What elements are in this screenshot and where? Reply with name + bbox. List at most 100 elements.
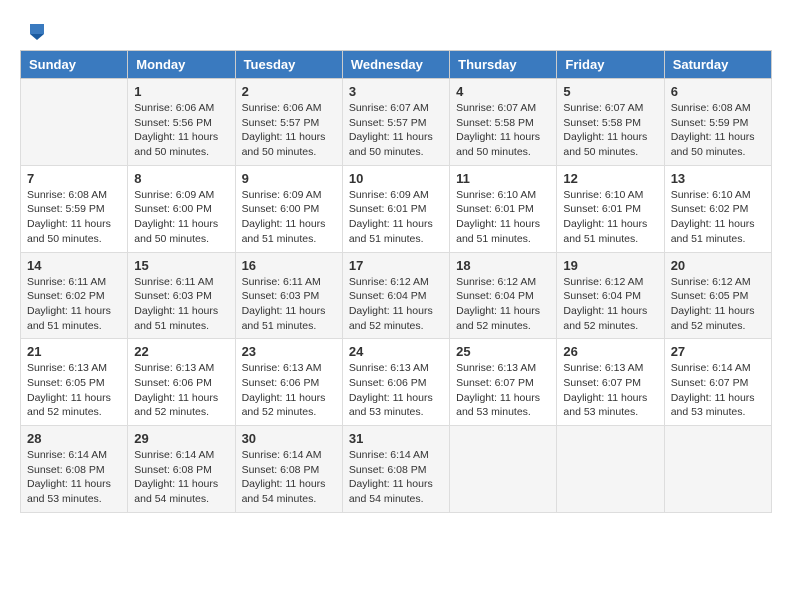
day-number: 13 [671,171,765,186]
day-number: 29 [134,431,228,446]
calendar-cell [557,426,664,513]
day-number: 20 [671,258,765,273]
day-number: 25 [456,344,550,359]
week-row-1: 7Sunrise: 6:08 AM Sunset: 5:59 PM Daylig… [21,165,772,252]
day-info: Sunrise: 6:13 AM Sunset: 6:06 PM Dayligh… [134,361,228,420]
header-cell-wednesday: Wednesday [342,51,449,79]
header-row: SundayMondayTuesdayWednesdayThursdayFrid… [21,51,772,79]
calendar-cell: 7Sunrise: 6:08 AM Sunset: 5:59 PM Daylig… [21,165,128,252]
day-info: Sunrise: 6:08 AM Sunset: 5:59 PM Dayligh… [671,101,765,160]
day-number: 26 [563,344,657,359]
calendar-cell [450,426,557,513]
day-info: Sunrise: 6:14 AM Sunset: 6:08 PM Dayligh… [349,448,443,507]
day-number: 5 [563,84,657,99]
calendar-cell: 14 Sunrise: 6:11 AM Sunset: 6:02 PM Dayli… [21,252,128,339]
day-info: Sunrise: 6:07 AM Sunset: 5:58 PM Dayligh… [456,101,550,160]
day-info: Sunrise: 6:09 AM Sunset: 6:00 PM Dayligh… [242,188,336,247]
calendar-cell: 20 Sunrise: 6:12 AM Sunset: 6:05 PM Dayli… [664,252,771,339]
calendar-cell: 17 Sunrise: 6:12 AM Sunset: 6:04 PM Dayli… [342,252,449,339]
day-info: Sunrise: 6:09 AM Sunset: 6:01 PM Dayligh… [349,188,443,247]
day-info: Sunrise: 6:13 AM Sunset: 6:07 PM Dayligh… [563,361,657,420]
header-cell-monday: Monday [128,51,235,79]
calendar-cell: 12Sunrise: 6:10 AM Sunset: 6:01 PM Dayli… [557,165,664,252]
calendar-cell: 11 Sunrise: 6:10 AM Sunset: 6:01 PM Dayli… [450,165,557,252]
day-info: Sunrise: 6:11 AM Sunset: 6:02 PM Dayligh… [27,275,121,334]
day-number: 22 [134,344,228,359]
week-row-2: 14 Sunrise: 6:11 AM Sunset: 6:02 PM Dayli… [21,252,772,339]
header-cell-friday: Friday [557,51,664,79]
day-info: Sunrise: 6:09 AM Sunset: 6:00 PM Dayligh… [134,188,228,247]
day-info: Sunrise: 6:13 AM Sunset: 6:06 PM Dayligh… [349,361,443,420]
calendar-cell: 31 Sunrise: 6:14 AM Sunset: 6:08 PM Dayli… [342,426,449,513]
week-row-4: 28 Sunrise: 6:14 AM Sunset: 6:08 PM Dayli… [21,426,772,513]
day-number: 9 [242,171,336,186]
calendar-cell [664,426,771,513]
calendar-cell: 13 Sunrise: 6:10 AM Sunset: 6:02 PM Dayli… [664,165,771,252]
day-info: Sunrise: 6:13 AM Sunset: 6:07 PM Dayligh… [456,361,550,420]
calendar-cell: 21Sunrise: 6:13 AM Sunset: 6:05 PM Dayli… [21,339,128,426]
day-info: Sunrise: 6:10 AM Sunset: 6:01 PM Dayligh… [563,188,657,247]
calendar-cell: 2 Sunrise: 6:06 AM Sunset: 5:57 PM Daylig… [235,79,342,166]
day-info: Sunrise: 6:14 AM Sunset: 6:07 PM Dayligh… [671,361,765,420]
page-header [20,20,772,40]
day-number: 4 [456,84,550,99]
calendar-cell: 15 Sunrise: 6:11 AM Sunset: 6:03 PM Dayli… [128,252,235,339]
header-cell-tuesday: Tuesday [235,51,342,79]
week-row-0: 1Sunrise: 6:06 AM Sunset: 5:56 PM Daylig… [21,79,772,166]
day-number: 27 [671,344,765,359]
day-number: 17 [349,258,443,273]
day-info: Sunrise: 6:06 AM Sunset: 5:56 PM Dayligh… [134,101,228,160]
calendar-cell: 26 Sunrise: 6:13 AM Sunset: 6:07 PM Dayli… [557,339,664,426]
day-number: 6 [671,84,765,99]
day-info: Sunrise: 6:12 AM Sunset: 6:04 PM Dayligh… [563,275,657,334]
day-number: 3 [349,84,443,99]
day-info: Sunrise: 6:11 AM Sunset: 6:03 PM Dayligh… [134,275,228,334]
header-cell-sunday: Sunday [21,51,128,79]
week-row-3: 21Sunrise: 6:13 AM Sunset: 6:05 PM Dayli… [21,339,772,426]
calendar-cell: 25 Sunrise: 6:13 AM Sunset: 6:07 PM Dayli… [450,339,557,426]
day-number: 2 [242,84,336,99]
calendar-table: SundayMondayTuesdayWednesdayThursdayFrid… [20,50,772,513]
calendar-cell: 9 Sunrise: 6:09 AM Sunset: 6:00 PM Daylig… [235,165,342,252]
day-info: Sunrise: 6:10 AM Sunset: 6:01 PM Dayligh… [456,188,550,247]
day-number: 11 [456,171,550,186]
day-number: 15 [134,258,228,273]
calendar-cell: 23Sunrise: 6:13 AM Sunset: 6:06 PM Dayli… [235,339,342,426]
day-number: 8 [134,171,228,186]
logo-icon [22,20,46,44]
logo [20,20,46,40]
calendar-cell: 1Sunrise: 6:06 AM Sunset: 5:56 PM Daylig… [128,79,235,166]
calendar-cell: 24 Sunrise: 6:13 AM Sunset: 6:06 PM Dayli… [342,339,449,426]
day-info: Sunrise: 6:12 AM Sunset: 6:04 PM Dayligh… [456,275,550,334]
calendar-cell: 30Sunrise: 6:14 AM Sunset: 6:08 PM Dayli… [235,426,342,513]
day-info: Sunrise: 6:07 AM Sunset: 5:57 PM Dayligh… [349,101,443,160]
calendar-cell [21,79,128,166]
day-number: 24 [349,344,443,359]
day-info: Sunrise: 6:08 AM Sunset: 5:59 PM Dayligh… [27,188,121,247]
header-cell-saturday: Saturday [664,51,771,79]
day-number: 31 [349,431,443,446]
calendar-cell: 8 Sunrise: 6:09 AM Sunset: 6:00 PM Daylig… [128,165,235,252]
day-number: 10 [349,171,443,186]
day-number: 28 [27,431,121,446]
calendar-cell: 5 Sunrise: 6:07 AM Sunset: 5:58 PM Daylig… [557,79,664,166]
calendar-body: 1Sunrise: 6:06 AM Sunset: 5:56 PM Daylig… [21,79,772,513]
day-info: Sunrise: 6:12 AM Sunset: 6:05 PM Dayligh… [671,275,765,334]
calendar-cell: 29 Sunrise: 6:14 AM Sunset: 6:08 PM Dayli… [128,426,235,513]
day-info: Sunrise: 6:14 AM Sunset: 6:08 PM Dayligh… [134,448,228,507]
calendar-cell: 22 Sunrise: 6:13 AM Sunset: 6:06 PM Dayli… [128,339,235,426]
day-info: Sunrise: 6:10 AM Sunset: 6:02 PM Dayligh… [671,188,765,247]
day-info: Sunrise: 6:14 AM Sunset: 6:08 PM Dayligh… [242,448,336,507]
day-number: 18 [456,258,550,273]
calendar-cell: 18 Sunrise: 6:12 AM Sunset: 6:04 PM Dayli… [450,252,557,339]
calendar-cell: 10 Sunrise: 6:09 AM Sunset: 6:01 PM Dayli… [342,165,449,252]
day-info: Sunrise: 6:12 AM Sunset: 6:04 PM Dayligh… [349,275,443,334]
calendar-cell: 6 Sunrise: 6:08 AM Sunset: 5:59 PM Daylig… [664,79,771,166]
day-info: Sunrise: 6:13 AM Sunset: 6:05 PM Dayligh… [27,361,121,420]
day-info: Sunrise: 6:07 AM Sunset: 5:58 PM Dayligh… [563,101,657,160]
header-cell-thursday: Thursday [450,51,557,79]
day-info: Sunrise: 6:06 AM Sunset: 5:57 PM Dayligh… [242,101,336,160]
day-number: 19 [563,258,657,273]
day-info: Sunrise: 6:14 AM Sunset: 6:08 PM Dayligh… [27,448,121,507]
day-number: 14 [27,258,121,273]
